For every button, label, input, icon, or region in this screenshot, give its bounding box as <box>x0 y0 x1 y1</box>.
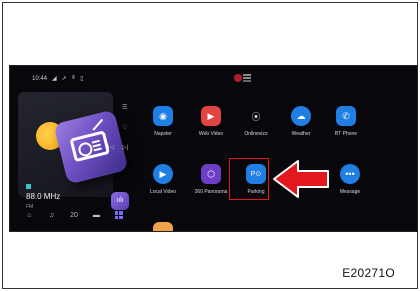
app-local-video[interactable]: ▶ Local Video <box>138 164 188 195</box>
lock-icon: ▯ <box>80 76 84 82</box>
home-icon[interactable]: ⌂ <box>22 208 36 222</box>
message-icon: ••• <box>340 164 360 184</box>
app-onlinevizo[interactable]: ⦿ Onlinevizo <box>231 106 281 138</box>
status-bar: 10:44 ◢ ➚ ⌽ ▯ <box>32 75 84 82</box>
favorite-icon[interactable]: ♡ <box>122 124 127 131</box>
mic-icon: ⌽ <box>71 75 76 81</box>
signal-icon: ◢ <box>52 76 57 82</box>
app-napster[interactable]: ◉ Napster <box>138 106 188 137</box>
climate-icon[interactable]: 20 <box>67 208 81 222</box>
play-icon: ▶ <box>153 164 173 184</box>
wifi-voice-icon: ⦿ <box>251 111 261 122</box>
app-bt-phone[interactable]: ✆ BT Phone <box>321 106 371 137</box>
list-icon[interactable]: ☰ <box>122 104 127 111</box>
napster-icon: ◉ <box>153 106 173 126</box>
car-icon[interactable]: ▬ <box>89 208 103 222</box>
location-icon: ➚ <box>61 76 67 82</box>
app-weather[interactable]: ☁ Weather <box>276 106 326 137</box>
red-arrow-icon <box>273 160 329 198</box>
phone-icon: ✆ <box>336 106 356 126</box>
brand-badge-icon <box>234 73 251 83</box>
clock: 10:44 <box>32 75 48 82</box>
figure-code: E20271O <box>342 266 395 280</box>
radio-icon <box>53 109 129 185</box>
infotainment-screen: 10:44 ◢ ➚ ⌽ ▯ 88.0 MHz FM ıılı ☰ ♡ ▷| |◁… <box>9 65 418 232</box>
app-grid-icon[interactable] <box>112 208 126 222</box>
parking-highlight-box <box>229 158 269 200</box>
play-icon: ▶ <box>201 106 221 126</box>
app-web-video[interactable]: ▶ Web Video <box>186 106 236 137</box>
previous-icon[interactable]: |◁ <box>108 144 114 151</box>
folder-icon[interactable]: ▬ <box>153 222 173 231</box>
app-message[interactable]: ••• Message <box>325 164 375 195</box>
cloud-icon: ☁ <box>291 106 311 126</box>
panorama-icon: ⬡ <box>201 164 221 184</box>
music-icon[interactable]: ♫ <box>45 208 59 222</box>
radio-widget[interactable]: 88.0 MHz FM ıılı <box>18 92 138 220</box>
frequency-display: 88.0 MHz <box>26 192 61 201</box>
fm-indicator-icon <box>26 184 31 189</box>
bottom-dock: ⌂ ♫ 20 ▬ <box>18 204 130 226</box>
figure-frame: 10:44 ◢ ➚ ⌽ ▯ 88.0 MHz FM ıılı ☰ ♡ ▷| |◁… <box>2 2 418 289</box>
next-icon[interactable]: ▷| <box>122 144 128 151</box>
